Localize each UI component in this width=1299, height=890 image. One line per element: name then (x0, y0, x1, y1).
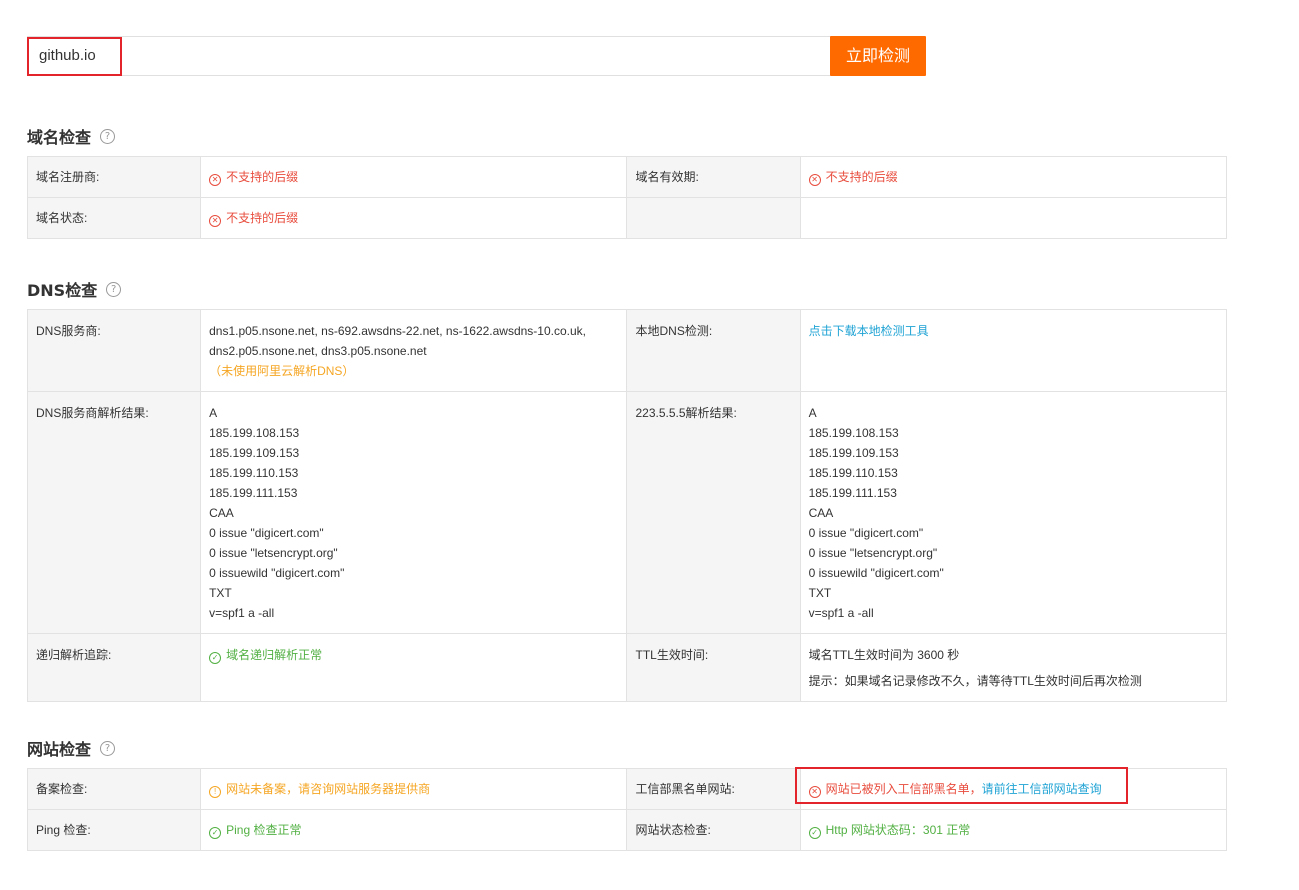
site-status-label: 网站状态检查: (626, 809, 801, 851)
record-line: 185.199.108.153 (209, 426, 300, 440)
ttl-label: TTL生效时间: (626, 633, 801, 702)
record-line: 185.199.109.153 (209, 446, 300, 460)
record-line: 185.199.110.153 (808, 466, 898, 480)
dns-provider-value: dns1.p05.nsone.net, ns-692.awsdns-22.net… (200, 309, 628, 392)
ping-value: ✓ Ping 检查正常 (200, 809, 628, 851)
search-bar: github.io 立即检测 (27, 36, 926, 76)
record-line: CAA (209, 506, 234, 520)
blacklist-value: ✕ 网站已被列入工信部黑名单，请前往工信部网站查询 (799, 768, 1228, 810)
site-status-value: ✓ Http 网站状态码：301 正常 (799, 809, 1228, 851)
empty-label (626, 197, 801, 239)
x-circle-icon: ✕ (808, 174, 821, 186)
miit-query-link[interactable]: 请前往工信部网站查询 (982, 782, 1102, 796)
record-line: 0 issue "letsencrypt.org" (808, 546, 938, 560)
table-row: DNS服务商: dns1.p05.nsone.net, ns-692.awsdn… (26, 309, 1228, 392)
registrar-label: 域名注册商: (26, 156, 202, 198)
table-row: 备案检查: ! 网站未备案，请咨询网站服务器提供商 工信部黑名单网站: ✕ 网站已被… (26, 768, 1228, 810)
domain-status-label: 域名状态: (26, 197, 202, 239)
record-line: CAA (808, 506, 834, 520)
x-circle-icon: ✕ (209, 215, 222, 227)
local-dns-value: 点击下载本地检测工具 (799, 309, 1228, 392)
check-circle-icon: ✓ (808, 827, 821, 839)
dns-section-title: DNS检查 ? (27, 277, 122, 301)
record-line: 0 issuewild "digicert.com" (209, 566, 345, 580)
expiry-label: 域名有效期: (626, 156, 801, 198)
blacklist-label: 工信部黑名单网站: (626, 768, 801, 810)
record-line: 185.199.109.153 (808, 446, 899, 460)
public-dns-value: A 185.199.108.153 185.199.109.153 185.19… (799, 391, 1228, 634)
site-check-table: 备案检查: ! 网站未备案，请咨询网站服务器提供商 工信部黑名单网站: ✕ 网站已被… (26, 768, 1228, 851)
check-circle-icon: ✓ (209, 652, 222, 664)
x-circle-icon: ✕ (808, 786, 821, 798)
recursive-trace-label: 递归解析追踪: (26, 633, 202, 702)
ping-label: Ping 检查: (26, 809, 202, 851)
record-line: A (209, 406, 218, 420)
record-line: 185.199.111.153 (209, 486, 298, 500)
record-line: 185.199.111.153 (808, 486, 897, 500)
local-dns-label: 本地DNS检测: (626, 309, 801, 392)
table-row: 递归解析追踪: ✓ 域名递归解析正常 TTL生效时间: 域名TTL生效时间为 36… (26, 633, 1228, 702)
domain-check-table: 域名注册商: ✕ 不支持的后缀 域名有效期: ✕ 不支持的后缀 域名状态: ✕ 不支持… (26, 156, 1228, 239)
table-row: 域名注册商: ✕ 不支持的后缀 域名有效期: ✕ 不支持的后缀 (26, 156, 1228, 198)
domain-section-title: 域名检查 ? (27, 124, 116, 148)
table-row: DNS服务商解析结果: A 185.199.108.153 185.199.10… (26, 391, 1228, 634)
public-dns-label: 223.5.5.5解析结果: (626, 391, 801, 634)
icp-value: ! 网站未备案，请咨询网站服务器提供商 (200, 768, 628, 810)
domain-status-value: ✕ 不支持的后缀 (200, 197, 628, 239)
check-now-button[interactable]: 立即检测 (830, 36, 926, 76)
site-section-title: 网站检查 ? (27, 736, 116, 760)
dns-resolve-value: A 185.199.108.153 185.199.109.153 185.19… (200, 391, 628, 634)
recursive-trace-value: ✓ 域名递归解析正常 (200, 633, 628, 702)
help-icon[interactable]: ? (106, 281, 122, 297)
table-row: Ping 检查: ✓ Ping 检查正常 网站状态检查: ✓ Http 网站状态码：… (26, 809, 1228, 851)
record-line: 0 issue "letsencrypt.org" (209, 546, 338, 560)
check-circle-icon: ✓ (209, 827, 222, 839)
no-aliyun-dns-note: （未使用阿里云解析DNS） (209, 364, 355, 378)
icp-label: 备案检查: (26, 768, 202, 810)
record-line: 0 issue "digicert.com" (209, 526, 324, 540)
empty-value (799, 197, 1228, 239)
registrar-value: ✕ 不支持的后缀 (200, 156, 628, 198)
dns-provider-label: DNS服务商: (26, 309, 202, 392)
record-line: v=spf1 a -all (209, 606, 275, 620)
ttl-value: 域名TTL生效时间为 3600 秒 提示：如果域名记录修改不久，请等待TTL生效… (799, 633, 1228, 702)
expiry-value: ✕ 不支持的后缀 (799, 156, 1228, 198)
help-icon[interactable]: ? (100, 128, 116, 144)
exclamation-circle-icon: ! (209, 786, 222, 798)
record-line: 185.199.110.153 (209, 466, 299, 480)
table-row: 域名状态: ✕ 不支持的后缀 (26, 197, 1228, 239)
record-line: 185.199.108.153 (808, 426, 899, 440)
download-local-tool-link[interactable]: 点击下载本地检测工具 (809, 324, 929, 338)
record-line: A (808, 406, 817, 420)
dns-check-table: DNS服务商: dns1.p05.nsone.net, ns-692.awsdn… (26, 309, 1228, 702)
record-line: 0 issue "digicert.com" (808, 526, 924, 540)
record-line: v=spf1 a -all (808, 606, 874, 620)
search-input-value: github.io (39, 47, 96, 64)
record-line: TXT (808, 586, 832, 600)
ttl-tip: 提示：如果域名记录修改不久，请等待TTL生效时间后再次检测 (808, 674, 1142, 688)
dns-resolve-label: DNS服务商解析结果: (26, 391, 202, 634)
record-line: 0 issuewild "digicert.com" (808, 566, 944, 580)
help-icon[interactable]: ? (100, 740, 116, 756)
record-line: TXT (209, 586, 232, 600)
domain-search-input[interactable]: github.io (27, 36, 832, 76)
x-circle-icon: ✕ (209, 174, 222, 186)
